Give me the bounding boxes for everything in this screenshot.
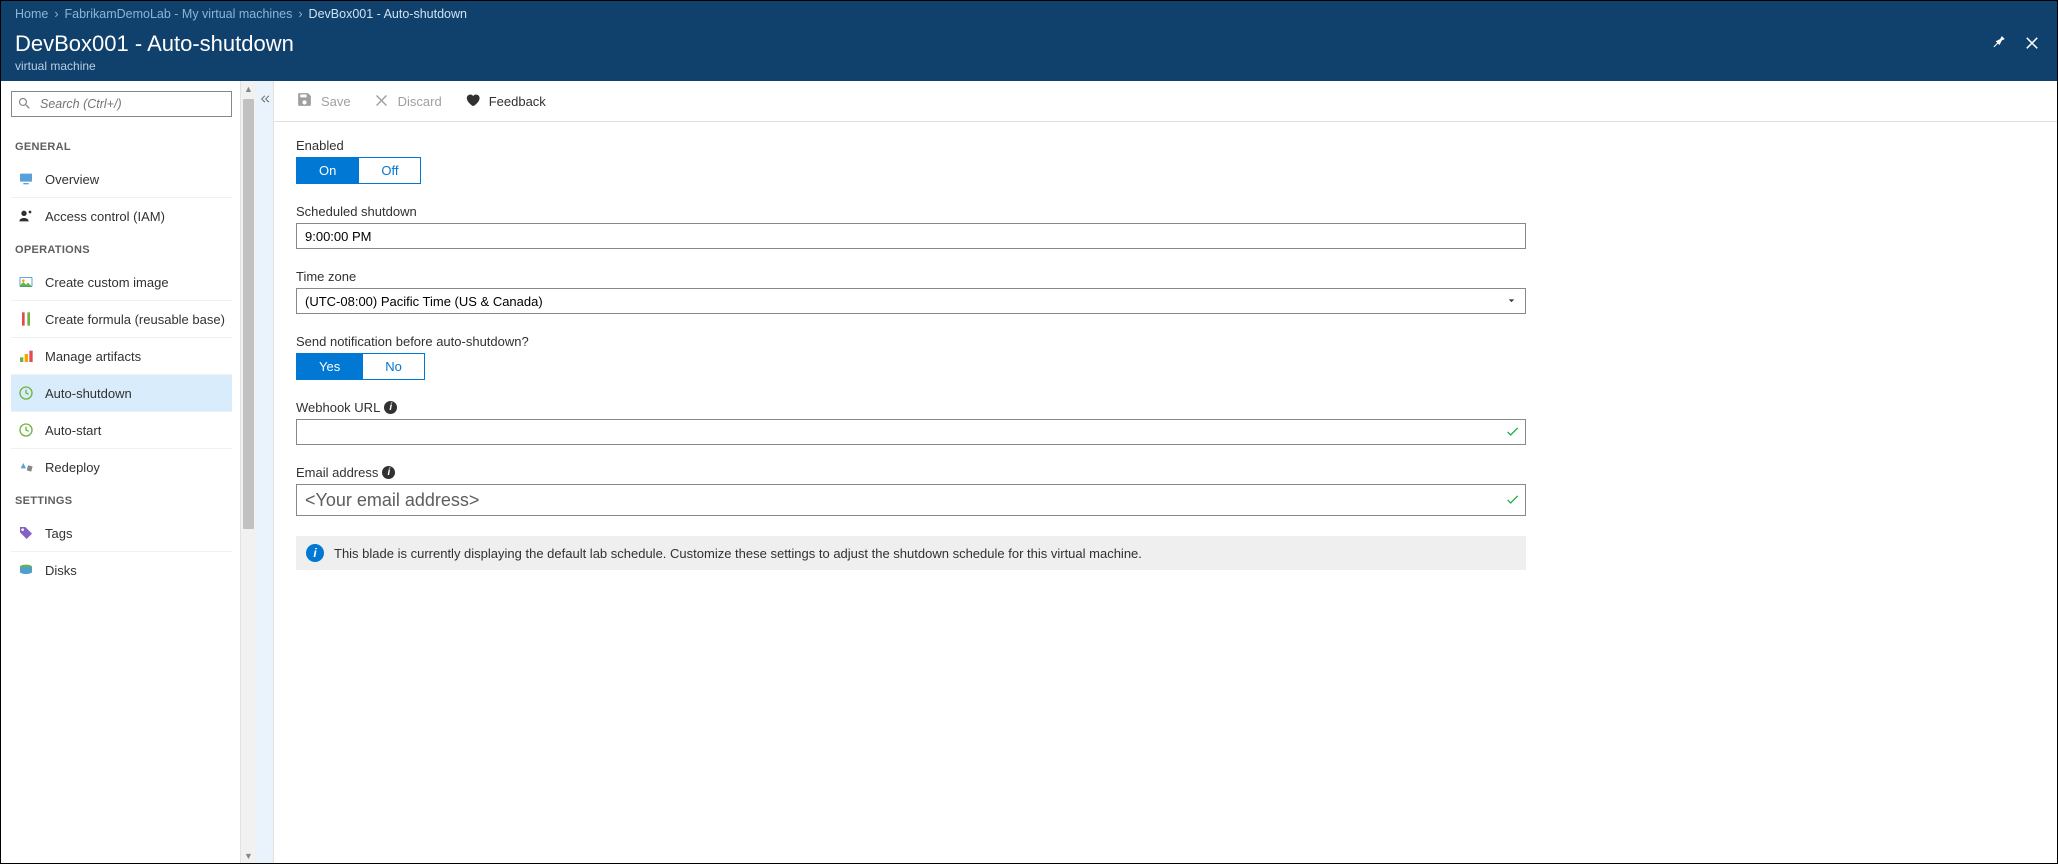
email-input[interactable] xyxy=(296,484,1526,516)
sidebar-item-label: Create formula (reusable base) xyxy=(45,312,225,327)
sidebar-item-label: Redeploy xyxy=(45,460,100,475)
chevron-left-icon xyxy=(259,93,271,108)
sidebar-item-overview[interactable]: Overview xyxy=(11,161,232,197)
toolbar: Save Discard Feedback xyxy=(274,81,2057,122)
scheduled-input[interactable] xyxy=(296,223,1526,249)
notify-yes-button[interactable]: Yes xyxy=(297,354,362,379)
sidebar-item-label: Overview xyxy=(45,172,99,187)
timezone-select[interactable] xyxy=(296,288,1526,314)
formula-icon xyxy=(17,310,35,328)
redeploy-icon xyxy=(17,458,35,476)
info-bar-text: This blade is currently displaying the d… xyxy=(334,546,1142,561)
toolbar-label: Discard xyxy=(398,94,442,109)
info-icon[interactable]: i xyxy=(384,401,397,414)
sidebar-section-settings: SETTINGS xyxy=(11,485,232,515)
toolbar-label: Feedback xyxy=(489,94,546,109)
save-button[interactable]: Save xyxy=(296,91,351,111)
breadcrumb-current: DevBox001 - Auto-shutdown xyxy=(309,7,467,21)
sidebar-item-label: Create custom image xyxy=(45,275,169,290)
timezone-label: Time zone xyxy=(296,269,1526,284)
disks-icon xyxy=(17,561,35,579)
sidebar-item-auto-shutdown[interactable]: Auto-shutdown xyxy=(11,374,232,411)
info-bar: i This blade is currently displaying the… xyxy=(296,536,1526,570)
check-icon xyxy=(1505,492,1520,510)
overview-icon xyxy=(17,170,35,188)
enabled-label: Enabled xyxy=(296,138,1526,153)
sidebar-item-label: Auto-start xyxy=(45,423,101,438)
check-icon xyxy=(1505,424,1520,442)
sidebar-item-label: Manage artifacts xyxy=(45,349,141,364)
collapse-sidebar[interactable] xyxy=(256,81,274,863)
sidebar: GENERAL Overview Access control (IAM) OP… xyxy=(1,81,274,863)
breadcrumb-sep: › xyxy=(54,7,58,21)
clock-icon xyxy=(17,384,35,402)
discard-icon xyxy=(373,91,390,111)
breadcrumb-sep: › xyxy=(298,7,302,21)
sidebar-section-general: GENERAL xyxy=(11,131,232,161)
clock-icon xyxy=(17,421,35,439)
save-icon xyxy=(296,91,313,111)
heart-icon xyxy=(464,91,481,111)
info-icon[interactable]: i xyxy=(382,466,395,479)
webhook-input[interactable] xyxy=(296,419,1526,445)
notify-toggle: Yes No xyxy=(296,353,425,380)
sidebar-item-label: Auto-shutdown xyxy=(45,386,132,401)
search-wrap xyxy=(11,91,232,117)
sidebar-section-operations: OPERATIONS xyxy=(11,234,232,264)
scroll-down-icon[interactable]: ▼ xyxy=(241,848,256,863)
custom-image-icon xyxy=(17,273,35,291)
enabled-off-button[interactable]: Off xyxy=(358,158,420,183)
discard-button[interactable]: Discard xyxy=(373,91,442,111)
page-title: DevBox001 - Auto-shutdown xyxy=(15,31,294,57)
artifacts-icon xyxy=(17,347,35,365)
sidebar-item-redeploy[interactable]: Redeploy xyxy=(11,448,232,485)
breadcrumb-home[interactable]: Home xyxy=(15,7,48,21)
scroll-thumb[interactable] xyxy=(243,99,254,529)
sidebar-item-custom-image[interactable]: Create custom image xyxy=(11,264,232,300)
page-subtitle: virtual machine xyxy=(15,59,2043,73)
sidebar-item-artifacts[interactable]: Manage artifacts xyxy=(11,337,232,374)
scheduled-label: Scheduled shutdown xyxy=(296,204,1526,219)
sidebar-item-tags[interactable]: Tags xyxy=(11,515,232,551)
sidebar-scrollbar[interactable]: ▲ ▼ xyxy=(241,81,256,863)
sidebar-item-formula[interactable]: Create formula (reusable base) xyxy=(11,300,232,337)
feedback-button[interactable]: Feedback xyxy=(464,91,546,111)
enabled-on-button[interactable]: On xyxy=(297,158,358,183)
email-label: Email address i xyxy=(296,465,1526,480)
sidebar-item-access-control[interactable]: Access control (IAM) xyxy=(11,197,232,234)
info-icon: i xyxy=(306,544,324,562)
pin-icon[interactable] xyxy=(1989,33,2007,54)
breadcrumb-lab[interactable]: FabrikamDemoLab - My virtual machines xyxy=(65,7,293,21)
search-input[interactable] xyxy=(11,91,232,117)
close-icon[interactable] xyxy=(2023,33,2041,54)
notify-label: Send notification before auto-shutdown? xyxy=(296,334,1526,349)
webhook-label: Webhook URL i xyxy=(296,400,1526,415)
header: Home › FabrikamDemoLab - My virtual mach… xyxy=(1,1,2057,81)
sidebar-item-label: Disks xyxy=(45,563,77,578)
main-content: Save Discard Feedback Enabled On Off xyxy=(274,81,2057,863)
enabled-toggle: On Off xyxy=(296,157,421,184)
sidebar-item-disks[interactable]: Disks xyxy=(11,551,232,588)
notify-no-button[interactable]: No xyxy=(362,354,424,379)
tag-icon xyxy=(17,524,35,542)
sidebar-item-auto-start[interactable]: Auto-start xyxy=(11,411,232,448)
sidebar-item-label: Tags xyxy=(45,526,72,541)
toolbar-label: Save xyxy=(321,94,351,109)
iam-icon xyxy=(17,207,35,225)
sidebar-item-label: Access control (IAM) xyxy=(45,209,165,224)
breadcrumb: Home › FabrikamDemoLab - My virtual mach… xyxy=(15,1,2043,31)
scroll-up-icon[interactable]: ▲ xyxy=(241,81,256,96)
